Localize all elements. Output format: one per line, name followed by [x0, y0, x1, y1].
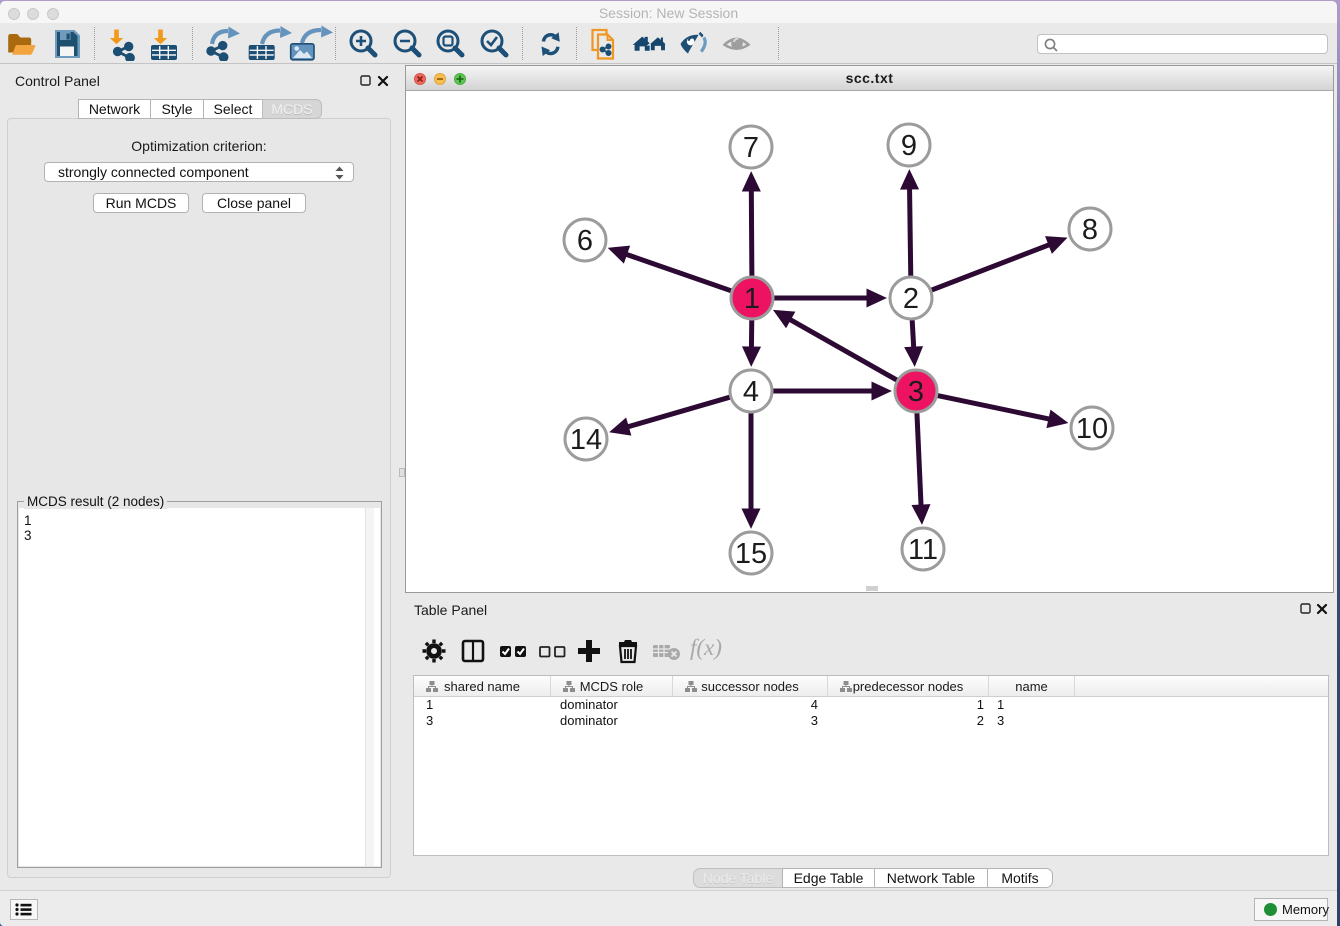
svg-text:2: 2: [903, 283, 919, 315]
svg-text:8: 8: [1082, 214, 1098, 246]
svg-text:14: 14: [570, 424, 602, 456]
svg-text:11: 11: [908, 534, 938, 566]
svg-text:4: 4: [743, 376, 759, 408]
svg-text:15: 15: [735, 538, 767, 570]
svg-text:7: 7: [743, 132, 759, 164]
svg-text:3: 3: [908, 376, 924, 408]
svg-text:10: 10: [1076, 413, 1108, 445]
svg-text:6: 6: [577, 225, 593, 257]
svg-text:9: 9: [901, 130, 917, 162]
svg-text:1: 1: [744, 283, 760, 315]
